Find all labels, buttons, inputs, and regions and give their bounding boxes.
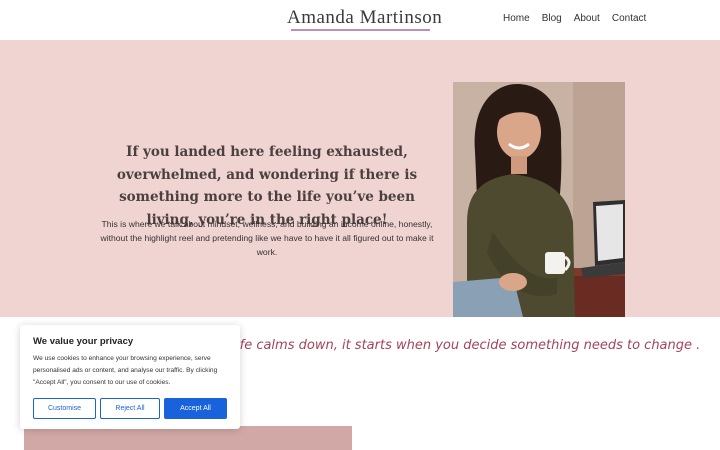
blog-feature-image[interactable]: [24, 426, 352, 450]
customise-button[interactable]: Customise: [33, 398, 96, 419]
cookie-banner-title: We value your privacy: [33, 336, 134, 347]
nav-home-link[interactable]: Home: [503, 13, 530, 24]
nav-blog-link[interactable]: Blog: [542, 13, 562, 24]
main-nav: Home Blog About Contact: [503, 13, 658, 24]
accept-all-button[interactable]: Accept All: [164, 398, 227, 419]
site-header: Amanda Martinson Home Blog About Contact: [0, 0, 720, 40]
cookie-banner-text: We use cookies to enhance your browsing …: [33, 355, 218, 386]
hero-body: This is where we talk about mindset, wel…: [100, 219, 434, 257]
nav-contact-link[interactable]: Contact: [612, 13, 646, 24]
site-logo[interactable]: Amanda Martinson: [287, 7, 442, 29]
reject-all-button[interactable]: Reject All: [100, 398, 160, 419]
logo-underline: [291, 29, 430, 31]
portrait-photo: [453, 82, 625, 317]
nav-about-link[interactable]: About: [574, 13, 600, 24]
cookie-consent-banner: We value your privacy We use cookies to …: [20, 325, 240, 429]
tagline-quote: ife calms down, it starts when you decid…: [236, 338, 701, 353]
